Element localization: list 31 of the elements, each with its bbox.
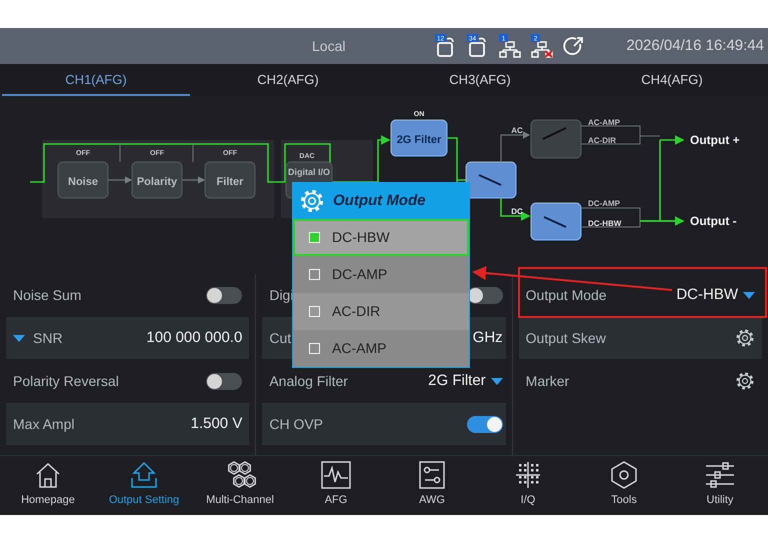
mode-title: Local	[312, 36, 346, 56]
path-label: AC	[511, 126, 523, 135]
block-label: 2G Filter	[396, 134, 442, 146]
block-label: Noise	[68, 176, 98, 188]
setting-value: 1.500 V	[190, 414, 242, 434]
block-label: Filter	[216, 176, 244, 188]
path-label: AC-DIR	[588, 136, 616, 145]
select-value: 2G Filter	[428, 370, 486, 391]
setting-label: Polarity Reversal	[13, 372, 119, 391]
setting-label: Output Mode	[526, 286, 607, 305]
block-label: Polarity	[136, 176, 178, 188]
setting-value: GHz	[472, 328, 503, 348]
date-time: 2026/04/16 16:49:44	[626, 36, 764, 56]
output-label: Output -	[690, 214, 737, 228]
setting-label: Max Ampl	[13, 414, 74, 434]
path-label: AC-AMP	[588, 118, 620, 127]
setting-label: Cut	[269, 328, 292, 348]
setting-label: SNR	[33, 328, 63, 348]
select-value: DC-HBW	[676, 284, 738, 305]
setting-label: Output Skew	[526, 328, 606, 348]
output-label: Output +	[690, 133, 740, 147]
setting-label: Analog Filter	[269, 372, 348, 391]
setting-label: Marker	[526, 372, 570, 390]
path-label: DC-HBW	[588, 219, 622, 228]
block-label: Digital I/O	[288, 167, 330, 177]
path-label: DC-AMP	[588, 199, 620, 208]
setting-label: CH OVP	[269, 414, 324, 434]
menu-title: Output Mode	[333, 190, 426, 211]
path-label: DC	[511, 207, 523, 216]
setting-value: 100 000 000.0	[146, 328, 242, 348]
setting-label: Noise Sum	[13, 286, 82, 304]
